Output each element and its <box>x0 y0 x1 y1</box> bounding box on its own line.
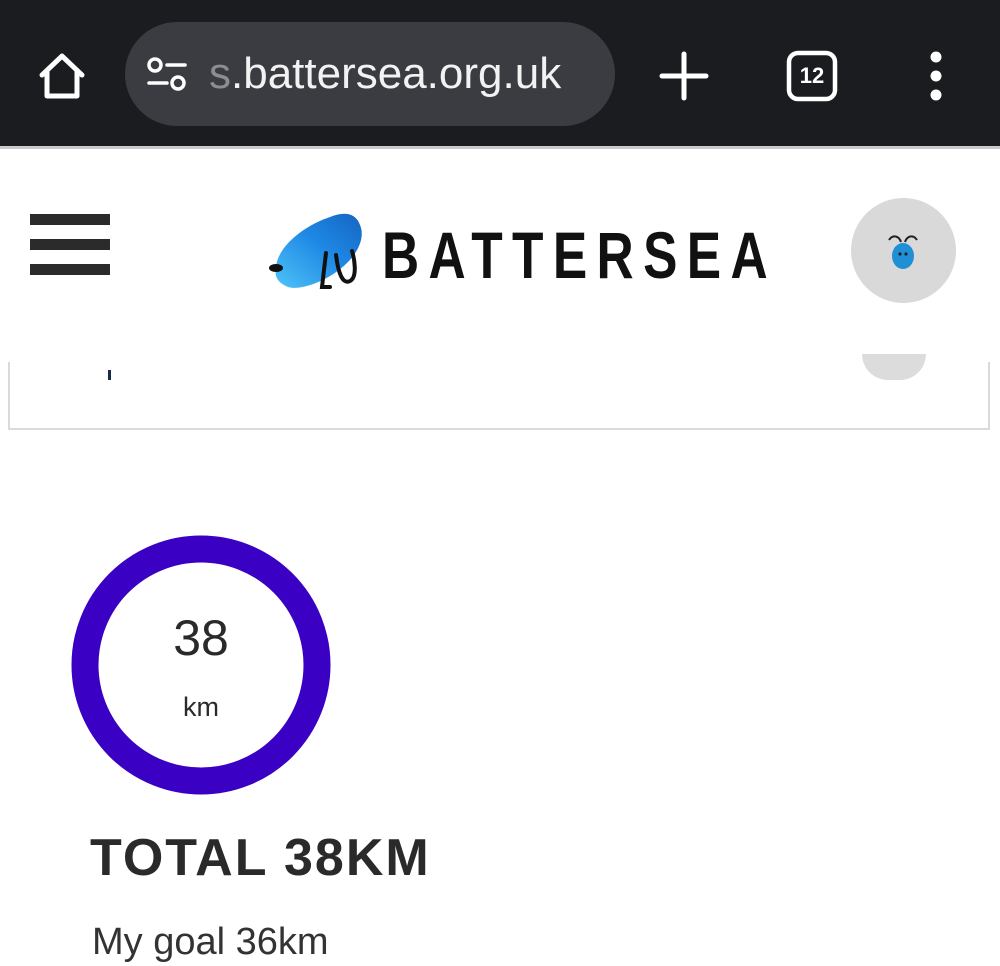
hamburger-menu-button[interactable] <box>30 212 110 276</box>
account-button[interactable] <box>851 198 956 303</box>
distance-progress-ring: 38 km <box>70 534 332 796</box>
url-text[interactable]: s.battersea.org.uk <box>209 46 604 102</box>
toolbar-divider <box>0 146 1000 149</box>
browser-menu-button[interactable] <box>916 50 956 102</box>
goal-text: My goal 36km <box>92 921 329 963</box>
hamburger-bar <box>30 214 110 225</box>
tab-switcher-button[interactable]: 12 <box>786 50 838 102</box>
new-tab-button[interactable] <box>656 48 712 104</box>
card-avatar-peek <box>862 354 926 380</box>
tune-icon[interactable] <box>145 56 189 92</box>
address-bar[interactable]: s.battersea.org.uk <box>125 22 615 126</box>
previous-card <box>8 354 990 430</box>
url-text-faded: s <box>209 49 231 98</box>
hamburger-bar <box>30 239 110 250</box>
battersea-logo[interactable]: BATTERSEA <box>268 205 768 305</box>
account-avatar-icon <box>888 235 918 269</box>
url-text-main: .battersea.org.uk <box>231 49 562 98</box>
kebab-menu-icon <box>930 51 942 101</box>
home-button[interactable] <box>30 46 94 106</box>
browser-toolbar: s.battersea.org.uk 12 <box>0 0 1000 146</box>
distance-unit: km <box>183 692 219 722</box>
distance-value: 38 <box>173 610 229 666</box>
brand-splash-icon <box>269 213 362 289</box>
brand-name: BATTERSEA <box>382 218 778 292</box>
total-distance-heading: TOTAL 38KM <box>90 829 431 887</box>
tab-count: 12 <box>799 63 825 88</box>
plus-icon <box>659 51 709 101</box>
card-text-fragment <box>108 370 111 380</box>
home-icon <box>39 53 85 99</box>
hamburger-bar <box>30 264 110 275</box>
